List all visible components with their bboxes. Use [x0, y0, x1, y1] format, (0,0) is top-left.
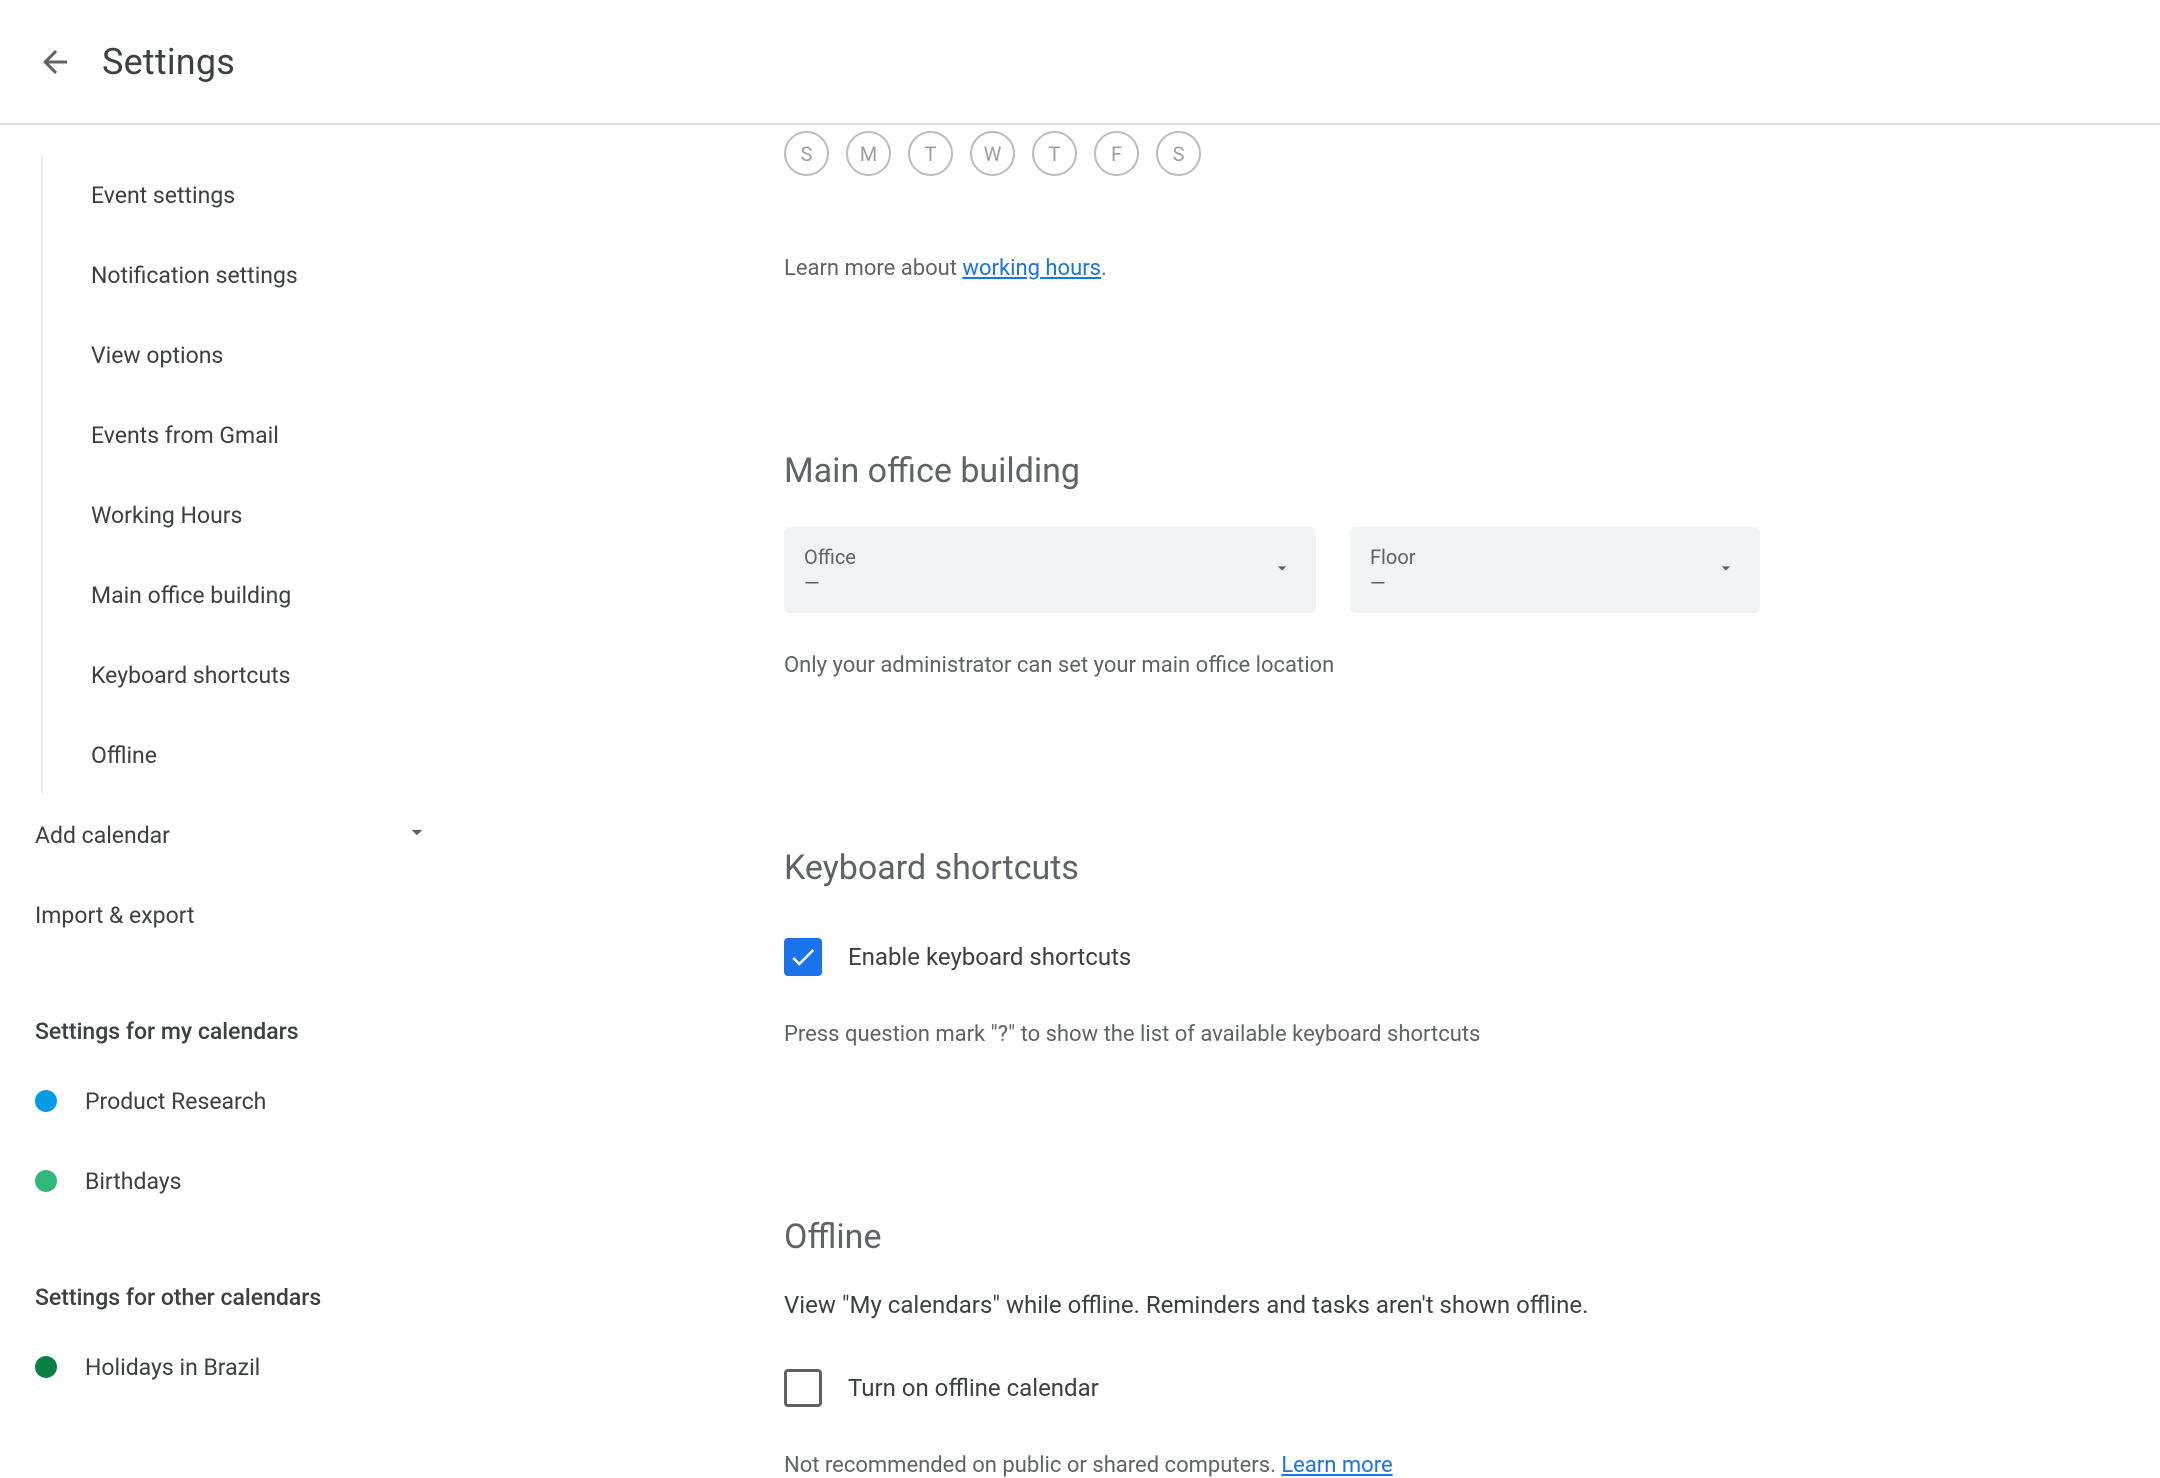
section-heading-keyboard-shortcuts: Keyboard shortcuts: [784, 848, 1760, 888]
sidebar-item-working-hours[interactable]: Working Hours: [91, 475, 470, 555]
help-text: Not recommended on public or shared comp…: [784, 1453, 1281, 1478]
dropdown-label: Floor: [1370, 545, 1416, 569]
checkbox-label: Enable keyboard shortcuts: [848, 943, 1131, 971]
checkbox-unchecked-icon: [784, 1369, 822, 1407]
section-heading-main-office: Main office building: [784, 451, 1760, 491]
sidebar-item-offline[interactable]: Offline: [91, 715, 470, 795]
dropdown-arrow-icon: [1716, 558, 1736, 582]
day-toggle-sun[interactable]: S: [784, 131, 829, 176]
office-dropdown[interactable]: Office —: [784, 527, 1316, 613]
checkbox-checked-icon: [784, 938, 822, 976]
color-dot-icon: [35, 1090, 57, 1112]
enable-keyboard-shortcuts-checkbox[interactable]: Enable keyboard shortcuts: [784, 938, 1760, 976]
day-toggle-sat[interactable]: S: [1156, 131, 1201, 176]
dropdown-value: —: [804, 571, 856, 595]
offline-learn-more-link[interactable]: Learn more: [1281, 1453, 1392, 1478]
working-hours-link[interactable]: working hours: [962, 256, 1101, 281]
color-dot-icon: [35, 1356, 57, 1378]
office-help-text: Only your administrator can set your mai…: [784, 653, 1760, 678]
page-title: Settings: [102, 41, 235, 83]
day-toggle-mon[interactable]: M: [846, 131, 891, 176]
sidebar-item-keyboard-shortcuts[interactable]: Keyboard shortcuts: [91, 635, 470, 715]
keyboard-shortcuts-help: Press question mark "?" to show the list…: [784, 1022, 1760, 1047]
sidebar-item-label: Product Research: [85, 1088, 266, 1115]
dropdown-value: —: [1370, 571, 1416, 595]
sidebar-heading-other-calendars: Settings for other calendars: [35, 1267, 470, 1327]
color-dot-icon: [35, 1170, 57, 1192]
header-fade: [2125, 0, 2160, 121]
sidebar-item-notification-settings[interactable]: Notification settings: [91, 235, 470, 315]
sidebar-item-event-settings[interactable]: Event settings: [91, 155, 470, 235]
working-days-row: S M T W T F S: [784, 131, 1760, 176]
dropdown-label: Office: [804, 545, 856, 569]
chevron-down-icon: [404, 819, 430, 851]
sidebar-item-main-office-building[interactable]: Main office building: [91, 555, 470, 635]
day-toggle-tue[interactable]: T: [908, 131, 953, 176]
checkbox-label: Turn on offline calendar: [848, 1374, 1099, 1402]
settings-content: S M T W T F S Learn more about working h…: [490, 125, 2160, 1470]
day-toggle-wed[interactable]: W: [970, 131, 1015, 176]
sidebar-item-events-from-gmail[interactable]: Events from Gmail: [91, 395, 470, 475]
turn-on-offline-checkbox[interactable]: Turn on offline calendar: [784, 1369, 1760, 1407]
sidebar-item-import-export[interactable]: Import & export: [35, 875, 470, 955]
settings-header: Settings: [0, 0, 2160, 125]
sidebar-general-group: Event settings Notification settings Vie…: [41, 155, 470, 795]
day-toggle-thu[interactable]: T: [1032, 131, 1077, 176]
sidebar-heading-my-calendars: Settings for my calendars: [35, 1001, 470, 1061]
sidebar-item-label: Holidays in Brazil: [85, 1354, 260, 1381]
sidebar-calendar-product-research[interactable]: Product Research: [35, 1061, 470, 1141]
help-text: Learn more about: [784, 256, 962, 281]
sidebar-item-label: Birthdays: [85, 1168, 182, 1195]
offline-description: View "My calendars" while offline. Remin…: [784, 1291, 1760, 1319]
section-heading-offline: Offline: [784, 1217, 1760, 1257]
sidebar-calendar-holidays-brazil[interactable]: Holidays in Brazil: [35, 1327, 470, 1407]
sidebar-item-view-options[interactable]: View options: [91, 315, 470, 395]
dropdown-arrow-icon: [1272, 558, 1292, 582]
offline-help: Not recommended on public or shared comp…: [784, 1453, 1760, 1478]
sidebar: Event settings Notification settings Vie…: [0, 125, 490, 1470]
working-hours-help: Learn more about working hours.: [784, 256, 1760, 281]
day-toggle-fri[interactable]: F: [1094, 131, 1139, 176]
floor-dropdown[interactable]: Floor —: [1350, 527, 1760, 613]
back-arrow-icon[interactable]: [35, 42, 75, 82]
sidebar-item-label: Add calendar: [35, 822, 170, 849]
sidebar-item-add-calendar[interactable]: Add calendar: [35, 795, 470, 875]
help-text: .: [1101, 256, 1107, 281]
office-dropdown-row: Office — Floor —: [784, 527, 1760, 613]
sidebar-calendar-birthdays[interactable]: Birthdays: [35, 1141, 470, 1221]
